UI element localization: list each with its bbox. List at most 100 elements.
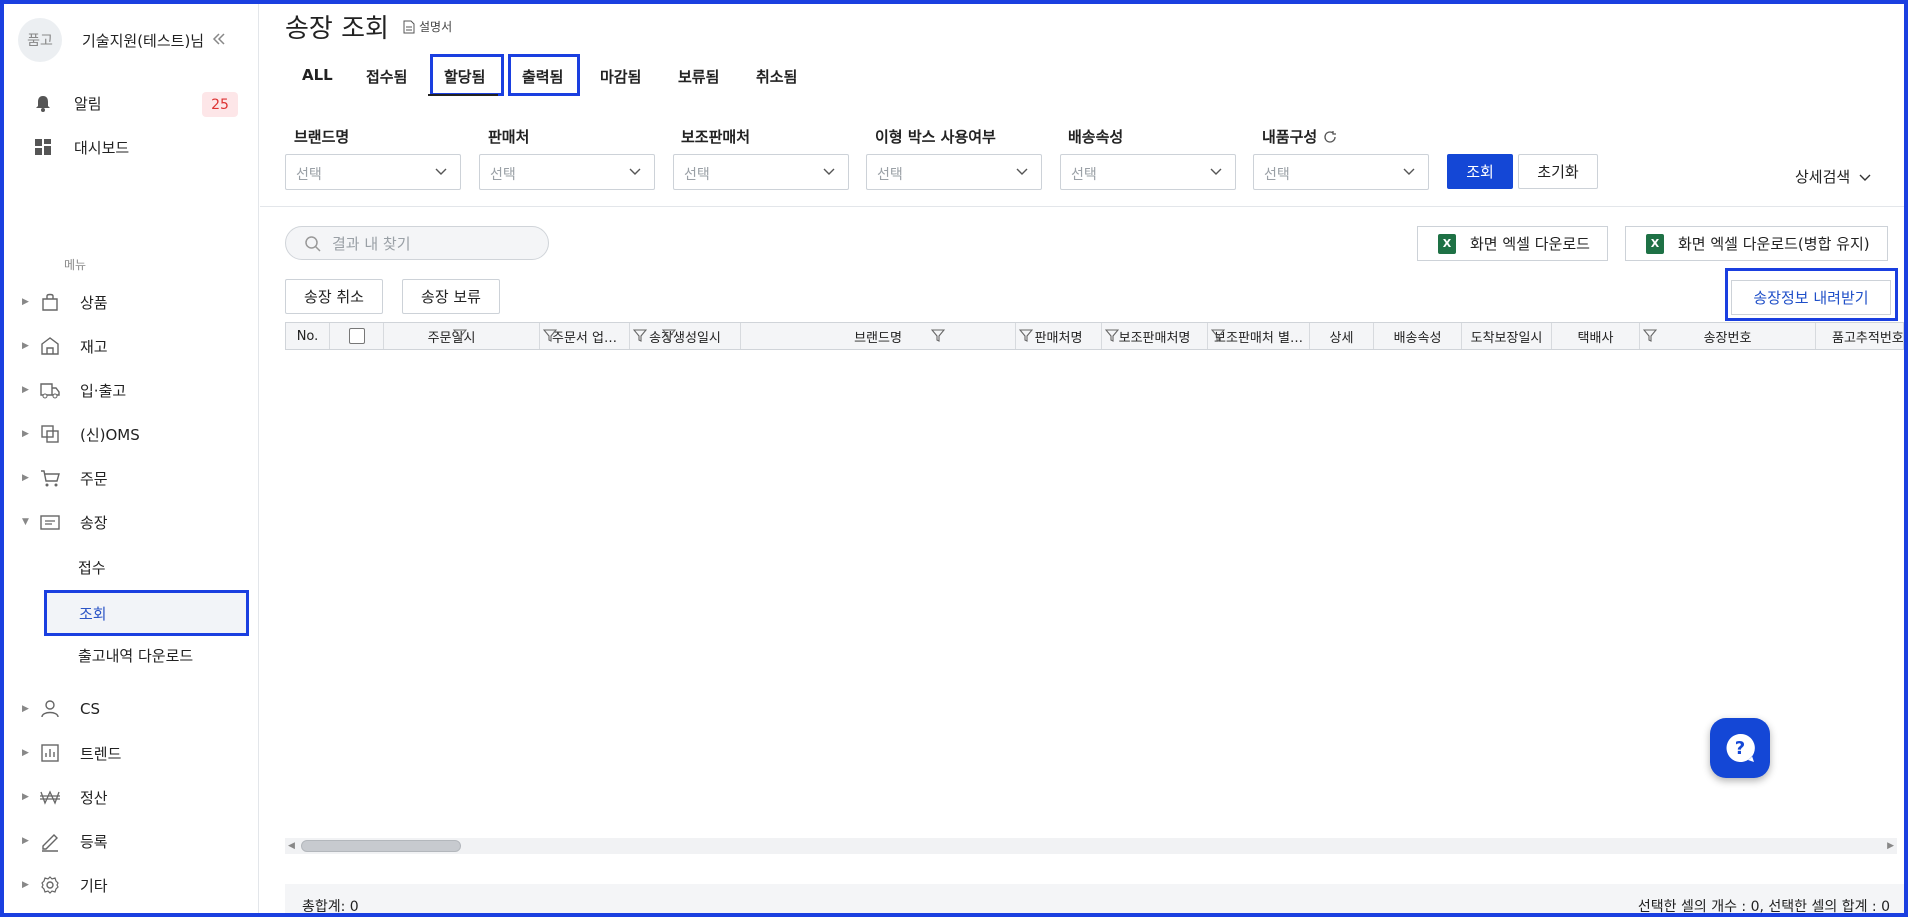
chevron-down-icon	[1403, 168, 1415, 175]
tab-cancelled[interactable]: 취소됨	[756, 66, 797, 87]
column-header-delivery-attr[interactable]: 배송속성	[1374, 323, 1462, 349]
sidebar-item-etc[interactable]: ▶ 기타	[22, 873, 108, 897]
oms-icon	[38, 422, 62, 446]
seller-select[interactable]: 선택	[479, 154, 655, 190]
submenu-item-receipt[interactable]: 접수	[78, 557, 106, 578]
sidebar-item-invoice[interactable]: ▼ 송장	[22, 510, 108, 534]
detail-search-toggle[interactable]: 상세검색	[1795, 166, 1872, 187]
tab-held[interactable]: 보류됨	[678, 66, 719, 87]
sidebar-item-trend[interactable]: ▶ 트렌드	[22, 741, 121, 765]
sidebar-item-label: 기타	[80, 876, 108, 895]
filter-funnel-icon[interactable]	[453, 328, 467, 342]
column-header-label: 택배사	[1577, 330, 1614, 346]
caret-right-icon: ▶	[22, 429, 29, 439]
hold-invoice-button[interactable]: 송장 보류	[402, 279, 500, 314]
sidebar-item-settlement[interactable]: ▶ 정산	[22, 785, 108, 809]
sidebar-item-alerts[interactable]: 알림	[32, 92, 102, 114]
filter-funnel-icon[interactable]	[633, 328, 647, 342]
sidebar-item-products[interactable]: ▶ 상품	[22, 290, 108, 314]
submenu-item-inquiry[interactable]: 조회	[44, 590, 249, 636]
filter-label-sub-seller: 보조판매처	[681, 128, 751, 146]
cart-icon	[38, 466, 62, 490]
tab-all[interactable]: ALL	[302, 66, 333, 84]
filter-label-delivery-attr: 배송속성	[1068, 128, 1124, 146]
help-chat-button[interactable]: ?	[1710, 718, 1770, 778]
column-header-label: 브랜드명	[854, 330, 902, 346]
filter-funnel-icon[interactable]	[1105, 328, 1119, 342]
sidebar-item-dashboard[interactable]: 대시보드	[32, 136, 129, 158]
sidebar-item-inout[interactable]: ▶ 입·출고	[22, 378, 126, 402]
column-header-label: 송장생성일시	[649, 330, 721, 346]
excel-download-merge-button[interactable]: X 화면 엑셀 다운로드(병합 유지)	[1625, 226, 1888, 261]
result-search-input[interactable]: 결과 내 찾기	[285, 226, 549, 260]
excel-download-button[interactable]: X 화면 엑셀 다운로드	[1417, 226, 1608, 261]
sub-seller-select[interactable]: 선택	[673, 154, 849, 190]
column-header-brand[interactable]: 브랜드명	[741, 323, 1016, 349]
chart-icon	[38, 741, 62, 765]
download-invoice-info-button[interactable]: 송장정보 내려받기	[1731, 280, 1891, 315]
contents-select[interactable]: 선택	[1253, 154, 1429, 190]
main-content: 송장 조회 설명서 ALL 접수됨 할당됨 출력됨 마감됨 보류됨 취소됨 브랜…	[260, 4, 1904, 915]
avatar[interactable]: 품고	[18, 18, 62, 62]
chevron-down-icon	[1016, 168, 1028, 175]
refresh-icon[interactable]	[1323, 130, 1337, 144]
search-button[interactable]: 조회	[1447, 154, 1513, 189]
sidebar-item-oms[interactable]: ▶ (신)OMS	[22, 422, 140, 446]
person-icon	[38, 697, 62, 721]
scrollbar-thumb[interactable]	[301, 840, 461, 852]
grid-footer: 총합계: 0 선택한 셀의 개수 : 0, 선택한 셀의 합계 : 0	[285, 884, 1904, 915]
filter-funnel-icon[interactable]	[1019, 328, 1033, 342]
tab-closed[interactable]: 마감됨	[600, 66, 641, 87]
scroll-left-icon[interactable]: ◀	[288, 841, 295, 851]
grid-total: 총합계: 0	[302, 899, 359, 915]
excel-icon: X	[1438, 233, 1456, 254]
column-header-tracking-number[interactable]: 품고추적번호	[1816, 323, 1903, 349]
horizontal-scrollbar[interactable]: ◀ ▶	[285, 838, 1897, 854]
filter-label-brand: 브랜드명	[294, 128, 350, 146]
grid-selection-summary: 선택한 셀의 개수 : 0, 선택한 셀의 합계 : 0	[1637, 899, 1890, 915]
document-icon	[403, 20, 415, 33]
delivery-attr-select[interactable]: 선택	[1060, 154, 1236, 190]
chevron-down-icon	[629, 168, 641, 175]
warehouse-icon	[38, 334, 62, 358]
sidebar-item-inventory[interactable]: ▶ 재고	[22, 334, 108, 358]
sidebar-item-label: 재고	[80, 337, 108, 356]
column-header-no[interactable]: No.	[286, 323, 330, 349]
reset-button[interactable]: 초기화	[1518, 154, 1598, 189]
manual-link[interactable]: 설명서	[403, 18, 452, 35]
odd-box-select[interactable]: 선택	[866, 154, 1042, 190]
pencil-icon	[38, 829, 62, 853]
select-placeholder: 선택	[1264, 167, 1290, 183]
column-header-invoice-number[interactable]: 송장번호	[1640, 323, 1816, 349]
brand-select[interactable]: 선택	[285, 154, 461, 190]
user-name[interactable]: 기술지원(테스트)님	[82, 30, 204, 51]
select-all-checkbox[interactable]	[348, 328, 365, 344]
tab-printed[interactable]: 출력됨	[522, 66, 563, 87]
submenu-item-shipping-download[interactable]: 출고내역 다운로드	[78, 645, 193, 666]
filter-funnel-icon[interactable]	[1643, 328, 1657, 342]
caret-right-icon: ▶	[22, 473, 29, 483]
sidebar-item-label: 주문	[80, 469, 108, 488]
filter-funnel-icon[interactable]	[662, 328, 676, 342]
filter-funnel-icon[interactable]	[543, 328, 557, 342]
scroll-right-icon[interactable]: ▶	[1887, 841, 1894, 851]
sidebar-item-label: (신)OMS	[80, 425, 140, 444]
collapse-sidebar-icon[interactable]	[210, 30, 228, 48]
column-header-arrival-guarantee[interactable]: 도착보장일시	[1462, 323, 1552, 349]
chevron-down-icon	[823, 168, 835, 175]
filter-label-seller: 판매처	[488, 128, 530, 146]
tab-received[interactable]: 접수됨	[366, 66, 407, 87]
sidebar-item-register[interactable]: ▶ 등록	[22, 829, 108, 853]
filter-label-odd-box: 이형 박스 사용여부	[875, 128, 996, 146]
column-header-detail[interactable]: 상세	[1310, 323, 1374, 349]
filter-funnel-icon[interactable]	[1211, 328, 1225, 342]
sidebar-item-orders[interactable]: ▶ 주문	[22, 466, 108, 490]
cancel-invoice-button[interactable]: 송장 취소	[285, 279, 383, 314]
column-header-courier[interactable]: 택배사	[1552, 323, 1640, 349]
sidebar-item-cs[interactable]: ▶ CS	[22, 697, 100, 721]
column-header-label: 배송속성	[1393, 330, 1442, 346]
bell-icon	[32, 92, 54, 114]
tab-assigned[interactable]: 할당됨	[444, 66, 485, 87]
excel-icon: X	[1646, 233, 1664, 254]
filter-funnel-icon[interactable]	[931, 328, 945, 342]
